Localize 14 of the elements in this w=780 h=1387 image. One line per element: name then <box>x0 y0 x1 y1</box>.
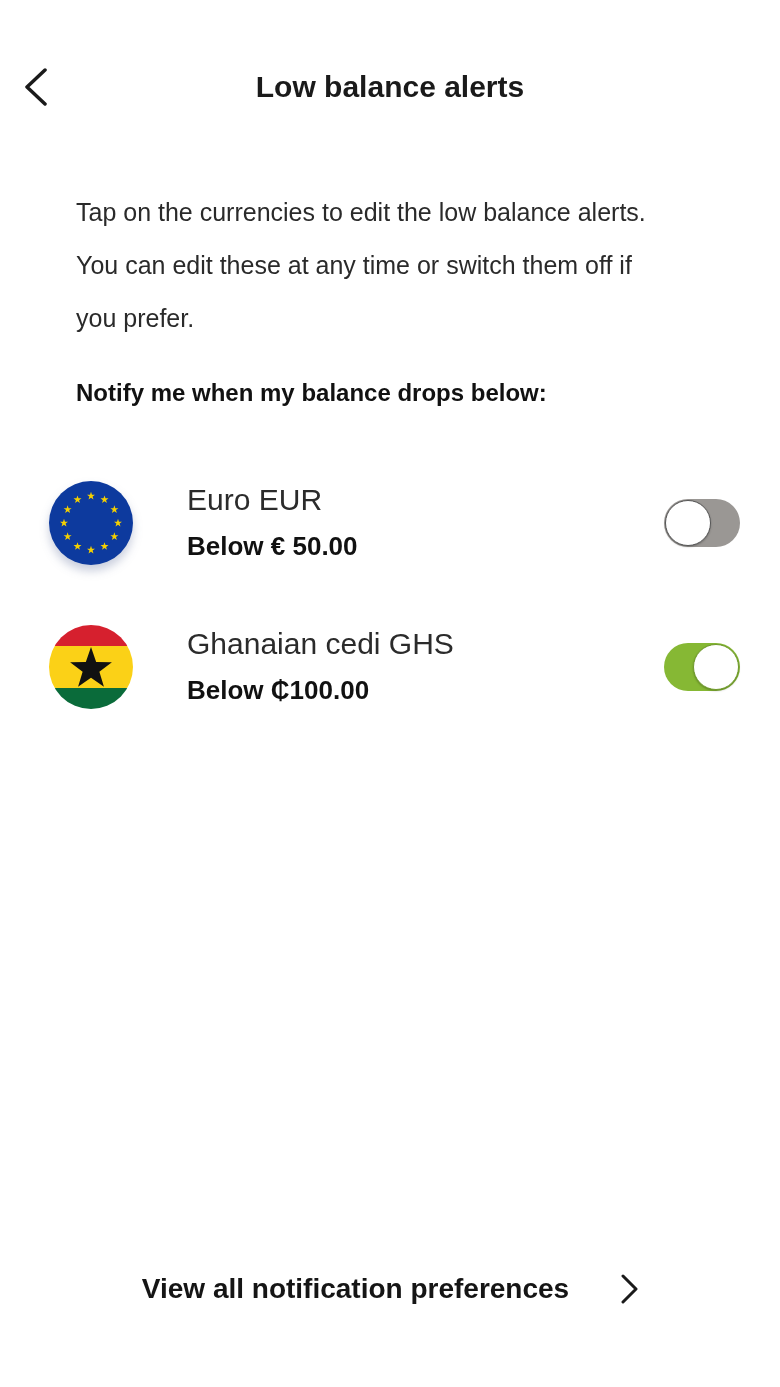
intro-text: Tap on the currencies to edit the low balance alerts. You can edit these at any time or switch them off if you prefer. <box>76 197 647 334</box>
notification-preferences-link[interactable]: View all notification preferences <box>141 1261 639 1317</box>
eu-flag-icon <box>48 480 134 566</box>
ghana-flag-icon <box>48 624 134 710</box>
alert-toggle[interactable] <box>664 643 740 691</box>
threshold-text[interactable]: Below € 50.00 <box>187 524 358 568</box>
prompt-text: Notify me when my balance drops below: <box>76 378 547 408</box>
page-title: Low balance alerts <box>255 70 525 104</box>
alert-toggle[interactable] <box>664 499 740 547</box>
chevron-right-icon <box>621 1274 639 1304</box>
back-icon <box>24 68 48 106</box>
currency-name[interactable]: Ghanaian cedi GHS <box>187 622 454 666</box>
threshold-text[interactable]: Below ₵100.00 <box>187 668 370 712</box>
currency-name[interactable]: Euro EUR <box>187 478 323 522</box>
